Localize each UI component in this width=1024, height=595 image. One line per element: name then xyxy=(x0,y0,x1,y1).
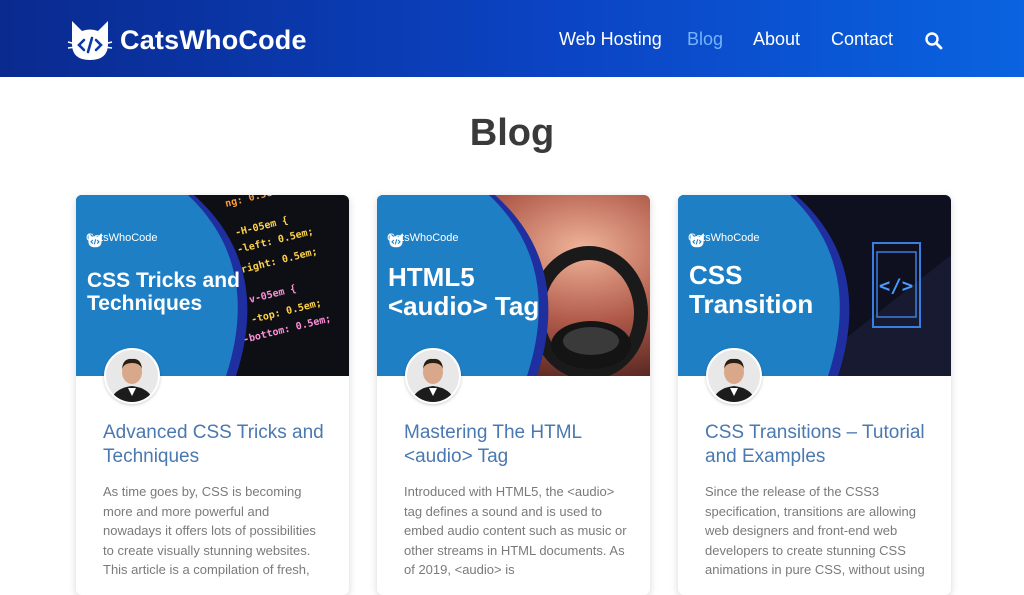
post-thumbnail-title-line: <audio> Tag xyxy=(388,291,540,321)
search-button[interactable] xyxy=(924,31,944,51)
post-thumbnail-brand: CatsWhoCode xyxy=(688,232,760,248)
post-thumbnail-brand: CatsWhoCode xyxy=(86,232,158,248)
post-thumbnail[interactable]: ng: 0.5em; -H-05em { -left: 0.5em; right… xyxy=(76,195,349,376)
post-thumbnail-title-line: Techniques xyxy=(87,292,203,315)
post-thumbnail-title: HTML5 <audio> Tag xyxy=(388,263,539,321)
post-excerpt: As time goes by, CSS is becoming more an… xyxy=(103,484,316,578)
nav-item-web-hosting[interactable]: Web Hosting xyxy=(559,29,662,50)
author-avatar[interactable] xyxy=(104,348,160,404)
author-photo xyxy=(708,350,760,402)
page-title: Blog xyxy=(469,112,555,154)
cat-code-logo-icon xyxy=(690,233,704,248)
post-thumbnail-title: CSS Transition xyxy=(689,261,813,319)
nav-item-blog[interactable]: Blog xyxy=(687,29,723,50)
post-thumbnail[interactable]: </> CatsWhoCode CSS Transition xyxy=(678,195,951,376)
post-card[interactable]: </> CatsWhoCode CSS Transition CSS Trans… xyxy=(678,195,951,595)
cat-code-logo-icon xyxy=(88,233,102,248)
nav-item-about[interactable]: About xyxy=(753,29,800,50)
post-title-link[interactable]: Advanced CSS Tricks and Techniques xyxy=(103,421,333,469)
nav-item-contact[interactable]: Contact xyxy=(831,29,893,50)
post-thumbnail-title: CSS Tricks and Techniques xyxy=(87,269,240,315)
main-nav: Web Hosting Blog About Contact xyxy=(0,29,1024,53)
post-card[interactable]: CatsWhoCode HTML5 <audio> Tag Mastering … xyxy=(377,195,650,595)
post-card[interactable]: ng: 0.5em; -H-05em { -left: 0.5em; right… xyxy=(76,195,349,595)
author-photo xyxy=(106,350,158,402)
post-thumbnail[interactable]: CatsWhoCode HTML5 <audio> Tag xyxy=(377,195,650,376)
post-thumbnail-brand: CatsWhoCode xyxy=(387,232,459,248)
post-excerpt: Introduced with HTML5, the <audio> tag d… xyxy=(404,484,627,578)
code-symbol-icon: </> xyxy=(879,275,913,297)
cat-code-logo-icon xyxy=(389,233,403,248)
author-avatar[interactable] xyxy=(405,348,461,404)
post-thumbnail-title-line: HTML5 xyxy=(388,262,475,292)
post-thumbnail-title-line: CSS xyxy=(689,260,743,290)
post-thumbnail-title-line: CSS Tricks and xyxy=(87,269,240,292)
post-title-link[interactable]: CSS Transitions – Tutorial and Examples xyxy=(705,421,935,469)
post-thumbnail-title-line: Transition xyxy=(689,289,814,319)
search-icon xyxy=(925,32,943,50)
author-avatar[interactable] xyxy=(706,348,762,404)
post-title-link[interactable]: Mastering The HTML <audio> Tag xyxy=(404,421,634,469)
author-photo xyxy=(407,350,459,402)
post-excerpt: Since the release of the CSS3 specificat… xyxy=(705,484,925,578)
site-header: CatsWhoCode Web Hosting Blog About Conta… xyxy=(0,0,1024,77)
